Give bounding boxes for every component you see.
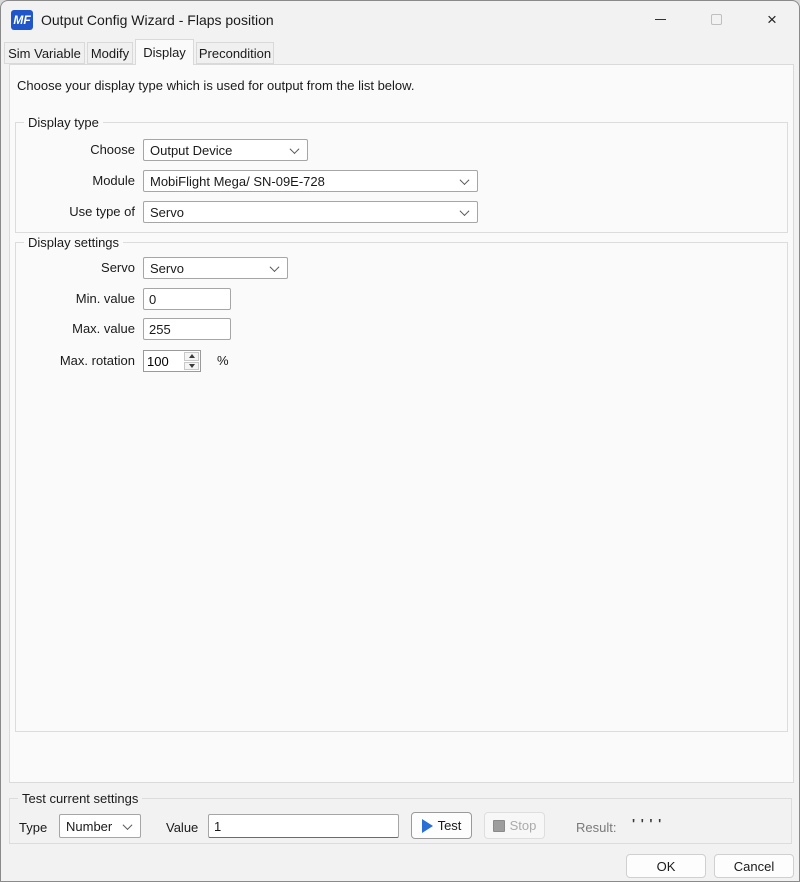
minimize-icon (655, 19, 666, 20)
output-config-wizard-window: MF Output Config Wizard - Flaps position… (0, 0, 800, 882)
test-type-value: Number (66, 819, 112, 834)
stop-button-label: Stop (510, 818, 537, 833)
mobiflight-logo-icon: MF (11, 10, 33, 30)
spinner-down-icon (189, 364, 195, 368)
use-type-value: Servo (150, 205, 184, 220)
max-value-input[interactable] (143, 318, 231, 340)
use-type-label: Use type of (21, 204, 135, 219)
tab-sim-variable[interactable]: Sim Variable (4, 42, 85, 64)
max-rotation-input[interactable] (144, 351, 183, 371)
result-label: Result: (576, 820, 616, 835)
display-settings-group: Display settings (15, 242, 788, 732)
close-icon: × (767, 11, 777, 28)
chevron-down-icon (460, 175, 470, 185)
use-type-combo[interactable]: Servo (143, 201, 478, 223)
tab-label: Modify (91, 46, 129, 61)
spinner-up-icon (189, 354, 195, 358)
test-value-input[interactable] (208, 814, 399, 838)
tab-label: Sim Variable (8, 46, 81, 61)
servo-label: Servo (21, 260, 135, 275)
cancel-button-label: Cancel (734, 859, 774, 874)
test-type-combo[interactable]: Number (59, 814, 141, 838)
rotation-unit-label: % (217, 353, 229, 368)
test-button-label: Test (438, 818, 462, 833)
min-value-input[interactable] (143, 288, 231, 310)
display-type-legend: Display type (24, 115, 103, 130)
module-label: Module (21, 173, 135, 188)
chevron-down-icon (123, 820, 133, 830)
chevron-down-icon (290, 144, 300, 154)
play-icon (422, 819, 433, 833)
max-rotation-label: Max. rotation (21, 353, 135, 368)
logo-text: MF (13, 13, 30, 27)
chevron-down-icon (270, 262, 280, 272)
module-value: MobiFlight Mega/ SN-09E-728 (150, 174, 325, 189)
result-value: ' ' ' ' (632, 816, 662, 831)
test-settings-legend: Test current settings (18, 791, 142, 806)
spinner-down-button[interactable] (184, 362, 199, 371)
cancel-button[interactable]: Cancel (714, 854, 794, 878)
window-title: Output Config Wizard - Flaps position (41, 1, 274, 39)
tab-precondition[interactable]: Precondition (196, 42, 274, 64)
ok-button[interactable]: OK (626, 854, 706, 878)
tab-modify[interactable]: Modify (87, 42, 133, 64)
test-value-label: Value (166, 820, 198, 835)
tab-label: Precondition (199, 46, 271, 61)
tab-display[interactable]: Display (135, 39, 194, 65)
spinner (183, 351, 200, 371)
chevron-down-icon (460, 206, 470, 216)
module-combo[interactable]: MobiFlight Mega/ SN-09E-728 (143, 170, 478, 192)
choose-display-type-combo[interactable]: Output Device (143, 139, 308, 161)
test-button[interactable]: Test (411, 812, 472, 839)
instruction-text: Choose your display type which is used f… (17, 78, 414, 93)
choose-label: Choose (21, 142, 135, 157)
close-button[interactable]: × (749, 2, 795, 36)
servo-value: Servo (150, 261, 184, 276)
maximize-icon (711, 14, 722, 25)
titlebar[interactable]: MF Output Config Wizard - Flaps position… (1, 1, 799, 39)
min-value-label: Min. value (21, 291, 135, 306)
maximize-button (693, 2, 739, 36)
display-settings-legend: Display settings (24, 235, 123, 250)
spinner-up-button[interactable] (184, 352, 199, 361)
ok-button-label: OK (657, 859, 676, 874)
stop-icon (493, 820, 505, 832)
choose-display-type-value: Output Device (150, 143, 232, 158)
max-rotation-stepper[interactable] (143, 350, 201, 372)
tab-label: Display (143, 45, 186, 60)
servo-combo[interactable]: Servo (143, 257, 288, 279)
stop-button: Stop (484, 812, 545, 839)
minimize-button[interactable] (637, 2, 683, 36)
max-value-label: Max. value (21, 321, 135, 336)
test-type-label: Type (19, 820, 47, 835)
